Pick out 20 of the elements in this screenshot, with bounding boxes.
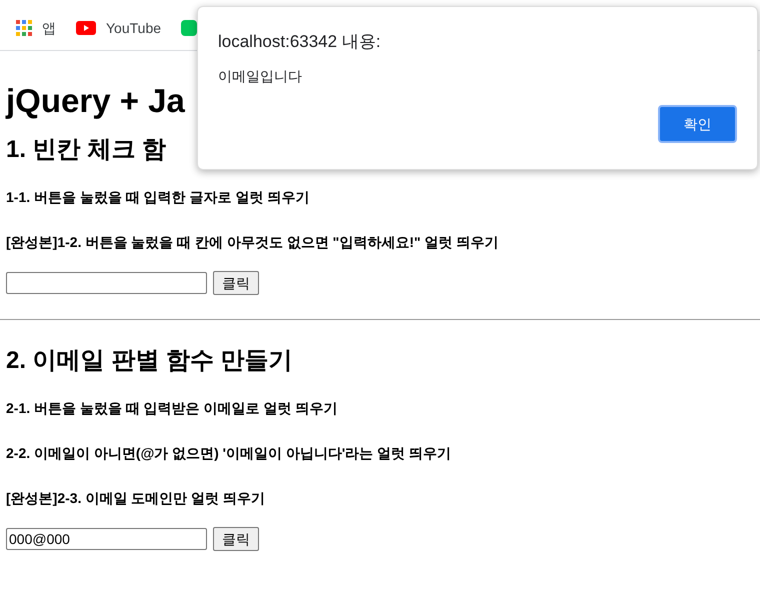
bookmark-link[interactable]: YouTube xyxy=(106,18,162,38)
confirm-button[interactable]: 확인 xyxy=(658,105,737,143)
text-input[interactable] xyxy=(6,272,207,294)
task-text: [완성본]1-2. 버튼을 눌렀을 때 칸에 아무것도 없으면 "입력하세요!" 얼럿 띄우기 xyxy=(6,233,500,252)
click-button[interactable]: 클릭 xyxy=(213,271,259,295)
section-heading: 1. 빈칸 체크 함 xyxy=(6,135,168,165)
task-text: 2-2. 이메일이 아니면(@가 없으면) '이메일이 아닙니다'라는 얼럿 띄우기 xyxy=(6,444,452,463)
dialog-title: localhost:63342 내용: xyxy=(218,31,382,53)
play-button-icon xyxy=(76,21,96,35)
text-input[interactable]: 000@000 xyxy=(6,528,207,550)
page-title: jQuery + Ja xyxy=(6,81,186,121)
task-text: 1-1. 버튼을 눌렀을 때 입력한 글자로 얼럿 띄우기 xyxy=(6,188,310,207)
task-text: 2-1. 버튼을 눌렀을 때 입력받은 이메일로 얼럿 띄우기 xyxy=(6,399,338,418)
bookmark-link[interactable]: 앱 xyxy=(42,18,56,38)
task-text: [완성본]2-3. 이메일 도메인만 얼럿 띄우기 xyxy=(6,489,266,508)
section-heading: 2. 이메일 판별 함수 만들기 xyxy=(6,346,294,376)
apps-grid-icon xyxy=(16,20,32,36)
rounded-square-icon xyxy=(181,20,198,36)
click-button[interactable]: 클릭 xyxy=(213,527,259,551)
dialog-message: 이메일입니다 xyxy=(218,67,303,86)
